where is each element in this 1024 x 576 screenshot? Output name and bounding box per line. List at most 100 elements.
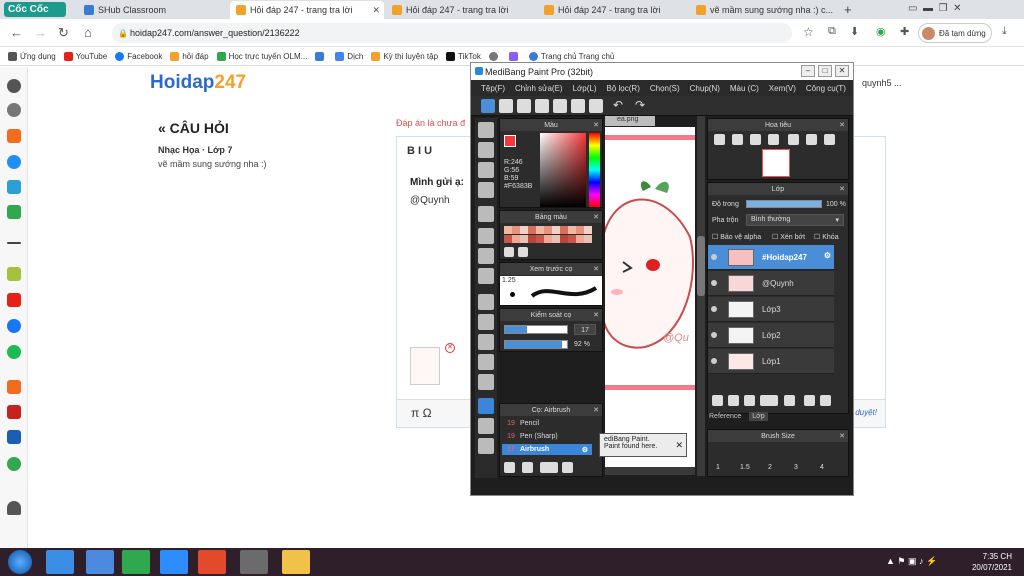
explorer-icon[interactable] <box>282 550 310 574</box>
hue-slider[interactable] <box>589 133 600 207</box>
browser-brand[interactable]: Cốc Cốc <box>4 2 66 17</box>
folder-icon[interactable] <box>784 395 795 406</box>
undo-icon[interactable]: ↶ <box>613 99 627 113</box>
visibility-icon[interactable] <box>711 306 717 312</box>
comment-icon[interactable] <box>535 99 549 113</box>
layer-item[interactable]: #Hoidap247 ⚙ <box>708 245 834 270</box>
fold-icon[interactable] <box>589 99 603 113</box>
tray-icons[interactable]: ▲ ⚑ ▣ ♪ ⚡ <box>886 556 937 567</box>
youtube-icon[interactable] <box>7 293 21 307</box>
lock-checkbox[interactable]: ☐ Khóa <box>814 233 839 241</box>
visibility-icon[interactable] <box>711 332 717 338</box>
bucket-tool-icon[interactable] <box>478 248 494 264</box>
halftone-layer-icon[interactable] <box>744 395 755 406</box>
reload-icon[interactable]: ↻ <box>58 25 69 41</box>
size-option-1[interactable]: 1 <box>716 464 720 471</box>
layer-item[interactable]: @Quynh <box>708 271 834 296</box>
system-clock[interactable]: 7:35 CH 20/07/2021 <box>972 551 1012 573</box>
brush-menu-icon[interactable] <box>540 462 558 473</box>
tab-reference[interactable]: Reference <box>709 413 741 420</box>
zoom-in-icon[interactable] <box>714 134 725 145</box>
select-tool-icon[interactable] <box>478 294 494 310</box>
menu-edit[interactable]: Chỉnh sửa(E) <box>515 84 563 93</box>
new-layer-icon[interactable] <box>712 395 723 406</box>
zalo-icon[interactable] <box>86 550 114 574</box>
visibility-icon[interactable] <box>711 280 717 286</box>
bookmark-home[interactable]: Trang chủ Trang chủ <box>528 51 614 61</box>
chat-icon[interactable] <box>517 99 531 113</box>
canvas-scrollbar[interactable] <box>697 116 705 476</box>
pages-icon[interactable] <box>571 99 585 113</box>
brush-item-pen-sharp[interactable]: 19 Pen (Sharp) <box>502 431 592 442</box>
delete-brush-icon[interactable] <box>562 462 573 473</box>
bookmark-hoidap[interactable]: hỏi đáp <box>170 51 209 61</box>
brush-tool-icon[interactable] <box>478 122 494 138</box>
vtv-icon[interactable] <box>7 405 21 419</box>
copy-layer-icon[interactable] <box>728 395 739 406</box>
menu-view[interactable]: Xem(V) <box>769 84 796 93</box>
close-button[interactable]: ✕ <box>835 65 849 77</box>
new-tab-button[interactable]: + <box>844 2 852 17</box>
panel-close-icon[interactable]: ✕ <box>593 406 599 414</box>
select-pen-icon[interactable] <box>478 354 494 370</box>
add-brush-icon[interactable] <box>504 462 515 473</box>
delete-layer-icon[interactable] <box>820 395 831 406</box>
back-icon[interactable]: ← <box>10 25 23 40</box>
menu-select[interactable]: Chọn(S) <box>650 84 680 93</box>
move-tool-icon[interactable] <box>478 206 494 222</box>
shopee-icon[interactable] <box>7 380 21 394</box>
layer-item[interactable]: Lớp1 <box>708 349 834 374</box>
menu-tools[interactable]: Công cụ(T) <box>806 84 846 93</box>
bookmark-globe[interactable] <box>488 51 501 61</box>
select-eraser-icon[interactable] <box>478 374 494 390</box>
layer-menu-icon[interactable] <box>760 395 778 406</box>
rect-tool-icon[interactable] <box>478 162 494 178</box>
size-option-3[interactable]: 3 <box>794 464 798 471</box>
brush-size-slider[interactable] <box>504 325 568 334</box>
canvas-tab[interactable]: ea.png <box>605 116 655 126</box>
eyedropper-tool-icon[interactable] <box>478 438 494 454</box>
note-icon[interactable] <box>553 99 567 113</box>
forward-icon[interactable]: → <box>34 25 47 40</box>
size-option-1-5[interactable]: 1.5 <box>740 464 750 471</box>
fit-icon[interactable] <box>750 134 761 145</box>
bookmark-facebook[interactable]: Facebook <box>115 51 162 61</box>
paint-icon[interactable] <box>240 550 268 574</box>
bookmark-apps[interactable]: Ứng dụng <box>8 51 56 61</box>
bell-icon[interactable] <box>7 501 21 515</box>
add-color-icon[interactable] <box>504 247 514 257</box>
drawing-canvas[interactable]: @Qu <box>601 127 695 467</box>
settings-icon[interactable] <box>7 79 21 93</box>
menu-capture[interactable]: Chụp(N) <box>690 84 720 93</box>
puzzle-icon[interactable]: ✚ <box>900 25 909 38</box>
dot-tool-icon[interactable] <box>478 182 494 198</box>
app-icon[interactable] <box>7 180 21 194</box>
tab-hoidap-1[interactable]: Hỏi đáp 247 - trang tra lời ✕ <box>230 1 384 19</box>
zoom-out-icon[interactable] <box>732 134 743 145</box>
operation-tool-icon[interactable] <box>478 418 494 434</box>
visibility-icon[interactable] <box>711 358 717 364</box>
menu-layer[interactable]: Lớp(L) <box>573 84 597 93</box>
fill-rect-tool-icon[interactable] <box>478 228 494 244</box>
game-icon[interactable] <box>7 205 21 219</box>
palette-swatches-row2[interactable] <box>504 235 592 243</box>
rotate-reset-icon[interactable] <box>806 134 817 145</box>
start-button[interactable] <box>8 550 32 574</box>
history-icon[interactable] <box>7 103 21 117</box>
size-option-2[interactable]: 2 <box>768 464 772 471</box>
magic-wand-icon[interactable] <box>478 334 494 350</box>
tab-question[interactable]: vẽ mầm sung sướng nha :) c... <box>690 1 840 19</box>
bookmark-star-icon[interactable]: ☆ <box>803 25 814 39</box>
clipping-checkbox[interactable]: ☐ Xén bớt <box>772 233 805 241</box>
gear-icon[interactable]: ⚙ <box>824 251 831 260</box>
menu-filter[interactable]: Bộ lọc(R) <box>607 84 640 93</box>
tab-shub[interactable]: SHub Classroom <box>78 1 228 19</box>
window-controls[interactable]: ▭ ▬ ❐ ✕ <box>908 3 961 14</box>
layer-item[interactable]: Lớp3 <box>708 297 834 322</box>
bookmark-translate[interactable]: Dịch <box>335 51 363 61</box>
menu-color[interactable]: Màu (C) <box>730 84 759 93</box>
zalo-mini-icon[interactable] <box>7 267 21 281</box>
format-toolbar[interactable]: B I U <box>407 145 432 157</box>
coccoc-icon[interactable]: ◉ <box>876 25 886 38</box>
panel-close-icon[interactable]: ✕ <box>593 311 599 319</box>
